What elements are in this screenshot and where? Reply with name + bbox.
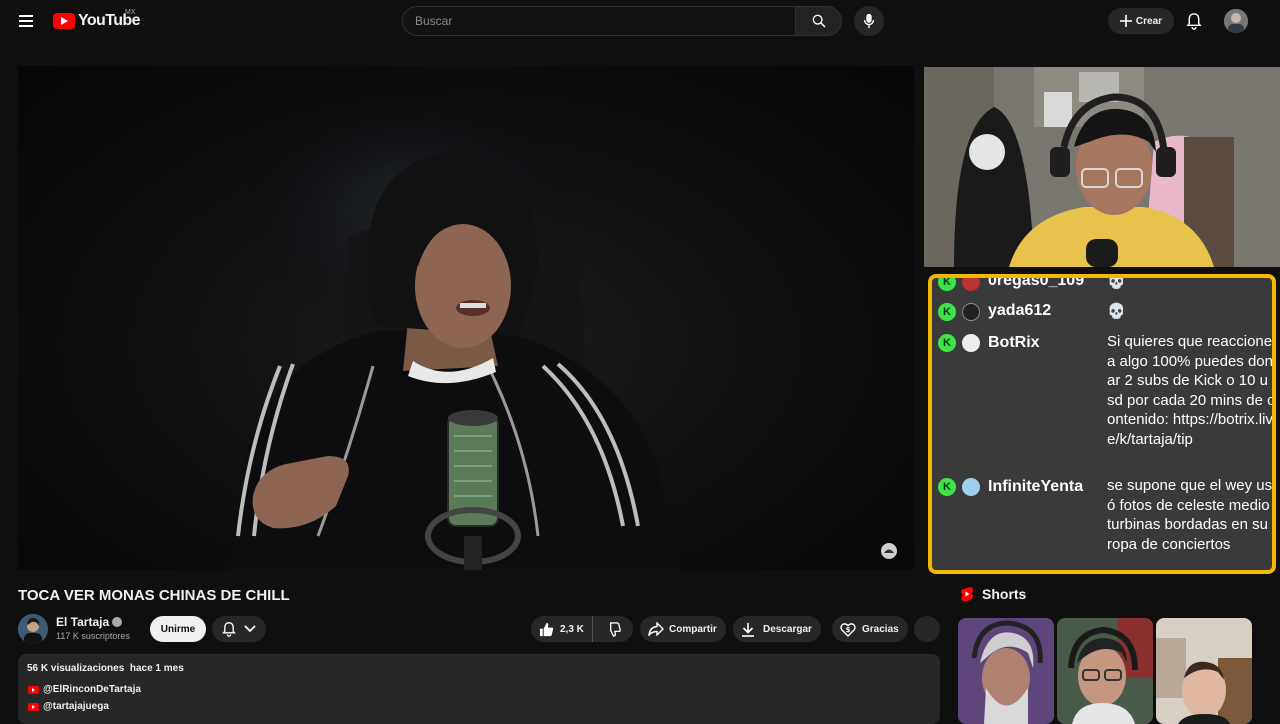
channel-name[interactable]: El Tartaja	[56, 615, 123, 629]
like-dislike-group: 2,3 K	[531, 616, 633, 642]
kick-badge-icon: K	[938, 278, 956, 291]
bell-icon	[1186, 12, 1202, 30]
video-metadata: 56 K visualizaciones hace 1 mes	[27, 663, 184, 674]
webcam-frame	[924, 67, 1280, 267]
chat-username: InfiniteYenta	[988, 478, 1084, 495]
user-avatar	[962, 303, 980, 321]
short-thumbnail-image	[1057, 618, 1153, 724]
channel-link-text: @ElRinconDeTartaja	[43, 684, 141, 695]
chat-message: K InfiniteYenta se supone que el wey usó…	[938, 474, 1272, 570]
thanks-button[interactable]: $ Gracias	[832, 616, 908, 642]
channel-avatar-image	[18, 614, 48, 644]
shorts-icon	[961, 587, 973, 602]
shorts-header: Shorts	[960, 586, 1026, 602]
chat-text: Si quieres que reaccione a algo 100% pue…	[1107, 333, 1275, 448]
view-count: 56 K visualizaciones	[27, 663, 125, 674]
dislike-button[interactable]	[593, 616, 633, 642]
top-bar: YouTube MX Crear	[0, 0, 1280, 42]
thumbs-down-icon	[609, 621, 621, 637]
search-button[interactable]	[796, 6, 842, 36]
share-button[interactable]: Compartir	[640, 616, 726, 642]
kick-badge-icon: K	[938, 478, 956, 496]
chat-username: yada612	[988, 302, 1052, 319]
reaction-webcam	[924, 67, 1280, 267]
upload-date: hace 1 mes	[129, 663, 184, 674]
subscriber-count: 117 K suscriptores	[56, 631, 130, 641]
more-actions-button[interactable]	[914, 616, 940, 642]
chat-text: se supone que el wey usó fotos de celest…	[1107, 477, 1273, 553]
short-thumbnail[interactable]	[1156, 618, 1252, 724]
short-thumbnail-image	[1156, 618, 1252, 724]
shorts-title: Shorts	[982, 586, 1027, 602]
share-label: Compartir	[669, 623, 717, 635]
avatar-image	[1224, 9, 1248, 33]
notifications-button[interactable]	[1182, 9, 1206, 33]
chat-message: K 0regas0_109 💀	[938, 274, 1270, 292]
short-thumbnail-image	[958, 618, 1054, 724]
youtube-icon	[28, 685, 39, 694]
chat-message: K yada612 💀	[938, 300, 1270, 324]
youtube-play-icon	[53, 13, 75, 29]
svg-text:$: $	[846, 626, 851, 634]
chevron-down-icon	[244, 625, 256, 633]
microphone-icon	[863, 13, 875, 29]
search-input[interactable]	[402, 6, 796, 36]
chat-username: BotRix	[988, 334, 1040, 351]
user-avatar	[962, 278, 980, 291]
channel-name-text: El Tartaja	[56, 615, 110, 629]
description-link[interactable]: @tartajajuega	[28, 701, 109, 712]
like-count: 2,3 K	[560, 623, 584, 635]
channel-link-text: @tartajajuega	[43, 701, 109, 712]
video-title: TOCA VER MONAS CHINAS DE CHILL	[18, 587, 290, 604]
video-frame	[228, 76, 678, 570]
short-thumbnail[interactable]	[958, 618, 1054, 724]
video-player[interactable]	[18, 66, 914, 570]
description-box[interactable]: 56 K visualizaciones hace 1 mes @ElRinco…	[18, 654, 940, 724]
kick-badge-icon: K	[938, 303, 956, 321]
description-link[interactable]: @ElRinconDeTartaja	[28, 684, 141, 695]
create-button[interactable]: Crear	[1108, 8, 1174, 34]
create-label: Crear	[1135, 15, 1163, 27]
kick-badge-icon: K	[938, 334, 956, 352]
short-thumbnail[interactable]	[1057, 618, 1153, 724]
download-button[interactable]: Descargar	[733, 616, 821, 642]
join-button[interactable]: Unirme	[150, 616, 206, 642]
chat-message: K BotRix Si quieres que reaccione a algo…	[938, 330, 1272, 470]
region-label: MX	[125, 9, 136, 16]
menu-icon[interactable]	[14, 9, 40, 33]
youtube-logo[interactable]: YouTube MX	[53, 9, 140, 30]
verified-icon	[112, 617, 123, 627]
like-button[interactable]: 2,3 K	[531, 616, 593, 642]
channel-watermark-icon[interactable]	[880, 542, 898, 560]
account-avatar[interactable]	[1224, 9, 1248, 33]
chat-text: 💀	[1107, 274, 1126, 290]
heart-dollar-icon: $	[840, 622, 856, 637]
search-bar	[402, 6, 842, 36]
chat-username: 0regas0_109	[988, 274, 1085, 289]
stream-chat: K 0regas0_109 💀 K yada612 💀 K BotRix Si …	[928, 274, 1276, 574]
plus-icon	[1119, 15, 1132, 27]
user-avatar	[962, 478, 980, 496]
thumbs-up-icon	[539, 622, 554, 636]
bell-icon	[222, 621, 236, 637]
thanks-label: Gracias	[862, 623, 899, 635]
voice-search-button[interactable]	[854, 6, 884, 36]
download-label: Descargar	[763, 623, 812, 635]
download-icon	[742, 622, 754, 637]
subscription-notifications-button[interactable]	[212, 616, 266, 642]
search-icon	[812, 14, 826, 28]
channel-avatar[interactable]	[18, 614, 48, 644]
bot-avatar	[962, 334, 980, 352]
chat-text: 💀	[1107, 303, 1126, 320]
youtube-icon	[28, 702, 39, 711]
share-icon	[648, 622, 664, 636]
